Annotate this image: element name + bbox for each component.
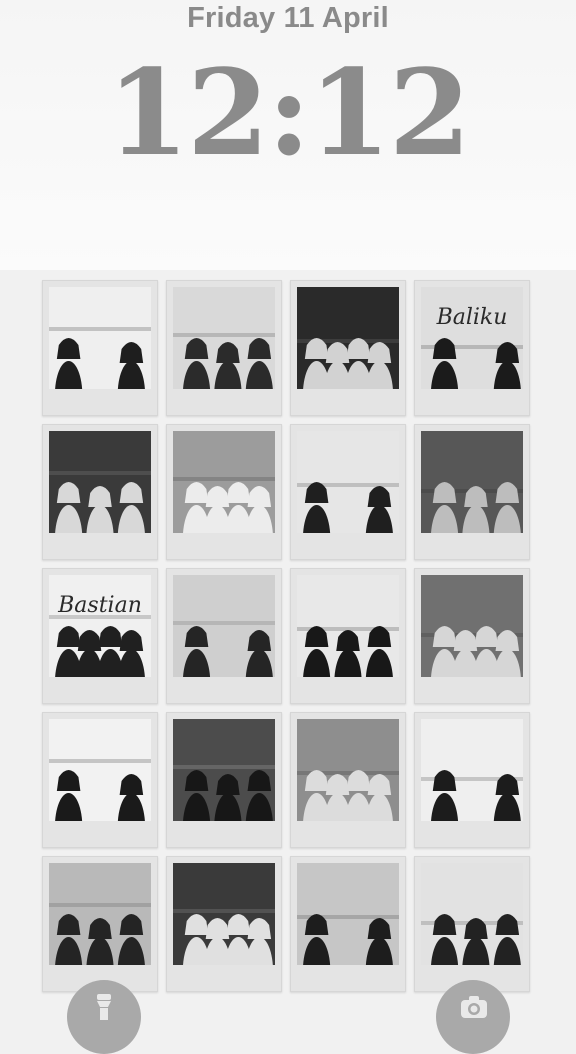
polaroid-photo — [42, 424, 158, 560]
photo-image — [49, 719, 151, 821]
photo-image — [173, 575, 275, 677]
photo-image — [421, 863, 523, 965]
photo-image — [421, 719, 523, 821]
photo-image: Baliku — [421, 287, 523, 389]
photo-image — [173, 431, 275, 533]
polaroid-photo — [414, 424, 530, 560]
photo-image — [297, 575, 399, 677]
polaroid-photo — [166, 712, 282, 848]
photo-image — [297, 863, 399, 965]
flashlight-icon — [97, 994, 111, 1020]
photo-image — [297, 287, 399, 389]
polaroid-photo — [290, 856, 406, 992]
photo-image — [421, 575, 523, 677]
polaroid-photo: Baliku — [414, 280, 530, 416]
photo-image — [49, 431, 151, 533]
polaroid-photo — [290, 568, 406, 704]
polaroid-photo — [166, 856, 282, 992]
polaroid-photo — [414, 712, 530, 848]
flashlight-button[interactable] — [67, 980, 141, 1054]
polaroid-photo — [166, 568, 282, 704]
polaroid-photo — [414, 568, 530, 704]
photo-image — [173, 719, 275, 821]
photo-image — [173, 287, 275, 389]
polaroid-photo — [166, 424, 282, 560]
polaroid-photo — [290, 712, 406, 848]
photo-caption-text: Bastian — [58, 593, 142, 618]
lock-screen-date: Friday 11 April — [187, 2, 389, 34]
polaroid-photo — [414, 856, 530, 992]
photo-image — [173, 863, 275, 965]
camera-icon — [461, 996, 487, 1018]
photo-image: Bastian — [49, 575, 151, 677]
photo-image — [297, 431, 399, 533]
polaroid-photo — [290, 424, 406, 560]
lock-screen-clock: 12:12 — [107, 43, 471, 182]
camera-button[interactable] — [436, 980, 510, 1054]
wallpaper-photo-grid: Baliku Bastian — [42, 280, 536, 992]
photo-image — [297, 719, 399, 821]
photo-image — [421, 431, 523, 533]
polaroid-photo — [42, 856, 158, 992]
polaroid-photo — [42, 712, 158, 848]
photo-caption-text: Baliku — [436, 305, 508, 330]
polaroid-photo — [166, 280, 282, 416]
photo-image — [49, 863, 151, 965]
polaroid-photo: Bastian — [42, 568, 158, 704]
polaroid-photo — [290, 280, 406, 416]
polaroid-photo — [42, 280, 158, 416]
photo-image — [49, 287, 151, 389]
lock-screen-header: Friday 11 April 12:12 — [0, 0, 576, 270]
